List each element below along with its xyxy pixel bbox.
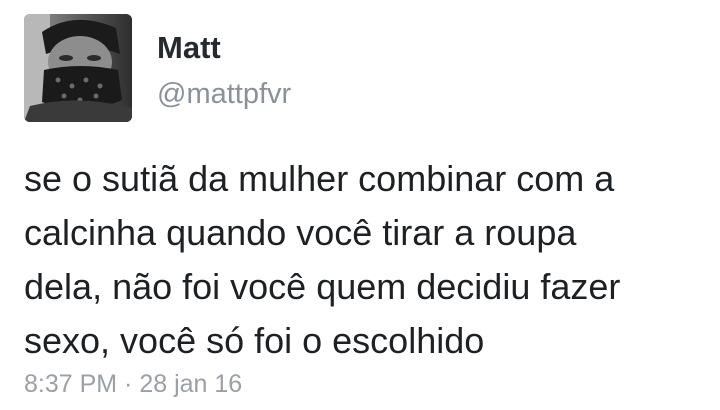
avatar-image <box>24 14 132 122</box>
tweet-timestamp[interactable]: 8:37 PM · 28 jan 16 <box>24 370 242 399</box>
profile-avatar[interactable] <box>24 14 132 122</box>
tweet-card: Matt @mattpfvr se o sutiã da mulher comb… <box>0 0 720 410</box>
user-display-name[interactable]: Matt <box>157 30 221 66</box>
user-handle[interactable]: @mattpfvr <box>157 78 291 111</box>
tweet-text: se o sutiã da mulher combinar com a calc… <box>24 158 621 361</box>
